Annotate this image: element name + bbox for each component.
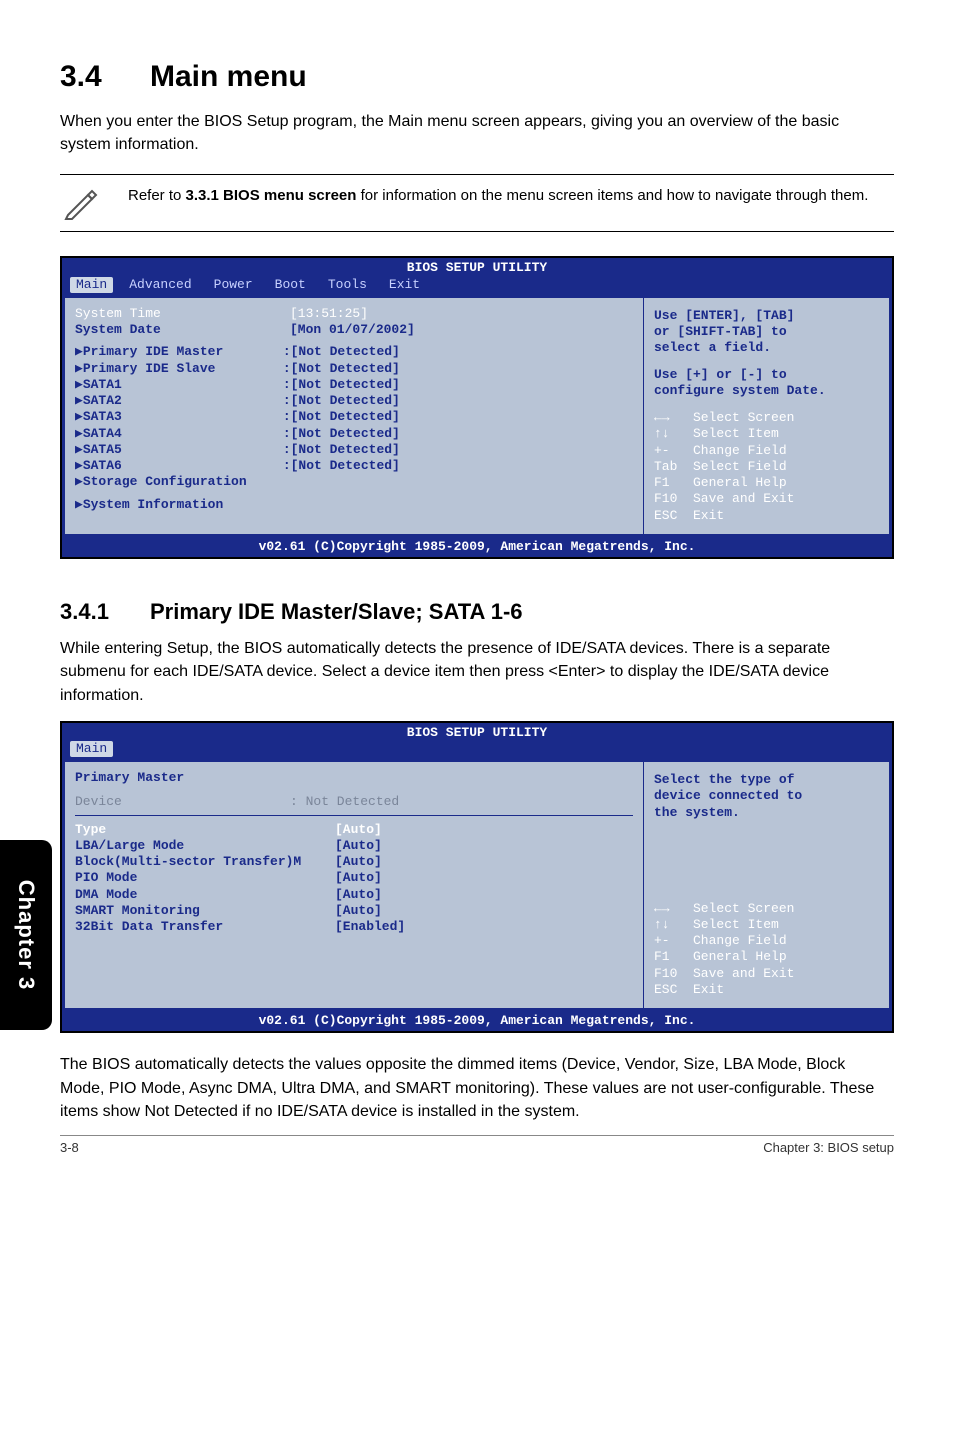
note-box: Refer to 3.3.1 BIOS menu screen for info…: [60, 174, 894, 232]
triangle-icon: ▶: [75, 377, 83, 393]
bios-item-value: :[Not Detected]: [283, 393, 400, 409]
triangle-icon: ▶: [75, 497, 83, 513]
bios2-left-pane: Primary Master Device: Not Detected Type…: [65, 762, 643, 1008]
bios-item-label[interactable]: Primary IDE Slave: [83, 361, 283, 377]
bios2-nav: ←→ Select Screen ↑↓ Select Item +- Chang…: [654, 901, 879, 999]
bios2-item-label[interactable]: Type: [75, 822, 335, 838]
bios-item-value: :[Not Detected]: [283, 442, 400, 458]
tab-exit[interactable]: Exit: [383, 277, 436, 293]
bios2-menubar: Main: [62, 741, 892, 759]
bios2-item-label[interactable]: LBA/Large Mode: [75, 838, 335, 854]
chapter-side-label: Chapter 3: [13, 880, 39, 990]
help-text-2: Use [+] or [-] to configure system Date.: [654, 367, 879, 400]
bios2-item-value[interactable]: [Auto]: [335, 870, 382, 886]
note-pre: Refer to: [128, 187, 186, 204]
section-title: Main menu: [150, 60, 307, 93]
chapter-side-tab: Chapter 3: [0, 840, 52, 1030]
bios-item-value: :[Not Detected]: [283, 377, 400, 393]
system-time-label[interactable]: System Time: [75, 306, 290, 322]
bios-item-value: :[Not Detected]: [283, 458, 400, 474]
bios-item-label[interactable]: SATA4: [83, 426, 283, 442]
pencil-icon: [64, 185, 100, 221]
page-footer: 3-8 Chapter 3: BIOS setup: [60, 1135, 894, 1155]
bios2-help: Select the type of device connected to t…: [654, 772, 879, 821]
bios-item-label[interactable]: SATA2: [83, 393, 283, 409]
intro-paragraph: When you enter the BIOS Setup program, t…: [60, 110, 894, 156]
device-label: Device: [75, 794, 290, 810]
nav-help: ←→ Select Screen ↑↓ Select Item +- Chang…: [654, 410, 879, 524]
triangle-icon: ▶: [75, 474, 83, 490]
bios2-item-value[interactable]: [Enabled]: [335, 919, 405, 935]
bios-menubar: Main Advanced Power Boot Tools Exit: [62, 277, 892, 295]
tab-main[interactable]: Main: [70, 277, 113, 293]
section-heading: 3.4Main menu: [60, 60, 894, 94]
subsection-number: 3.4.1: [60, 599, 150, 625]
note-text: Refer to 3.3.1 BIOS menu screen for info…: [128, 185, 868, 206]
bios2-item-label[interactable]: PIO Mode: [75, 870, 335, 886]
bios2-item-value[interactable]: [Auto]: [335, 854, 382, 870]
system-info-item[interactable]: System Information: [83, 497, 223, 513]
bios-title: BIOS SETUP UTILITY: [62, 258, 892, 276]
page-chapter-label: Chapter 3: BIOS setup: [763, 1140, 894, 1155]
triangle-icon: ▶: [75, 344, 83, 360]
triangle-icon: ▶: [75, 458, 83, 474]
note-bold: 3.3.1 BIOS menu screen: [186, 187, 357, 204]
bios-main-panel: BIOS SETUP UTILITY Main Advanced Power B…: [60, 256, 894, 559]
bios2-item-value[interactable]: [Auto]: [335, 838, 382, 854]
bios-item-value: :[Not Detected]: [283, 344, 400, 360]
bios2-item-value[interactable]: [Auto]: [335, 822, 382, 838]
bios-item-label[interactable]: SATA1: [83, 377, 283, 393]
bios-left-pane: System Time[13:51:25] System Date[Mon 01…: [65, 298, 643, 534]
tab-tools[interactable]: Tools: [322, 277, 383, 293]
bios-item-value: :[Not Detected]: [283, 426, 400, 442]
tab-power[interactable]: Power: [208, 277, 269, 293]
device-value: : Not Detected: [290, 794, 399, 810]
bios-item-value: :[Not Detected]: [283, 361, 400, 377]
tab-advanced[interactable]: Advanced: [123, 277, 207, 293]
subsection-text: While entering Setup, the BIOS automatic…: [60, 637, 894, 707]
triangle-icon: ▶: [75, 426, 83, 442]
subsection-heading: 3.4.1Primary IDE Master/Slave; SATA 1-6: [60, 599, 894, 625]
bios2-help-pane: Select the type of device connected to t…: [643, 762, 889, 1008]
bios-footer: v02.61 (C)Copyright 1985-2009, American …: [62, 537, 892, 557]
bios-item-label[interactable]: Primary IDE Master: [83, 344, 283, 360]
triangle-icon: ▶: [75, 409, 83, 425]
closing-paragraph: The BIOS automatically detects the value…: [60, 1053, 894, 1123]
system-date-value[interactable]: [Mon 01/07/2002]: [290, 322, 415, 338]
bios2-tab-main[interactable]: Main: [70, 741, 113, 757]
system-time-value[interactable]: [13:51:25]: [290, 306, 368, 322]
note-post: for information on the menu screen items…: [356, 187, 868, 204]
bios-item-value: :[Not Detected]: [283, 409, 400, 425]
storage-config-item[interactable]: Storage Configuration: [83, 474, 247, 490]
triangle-icon: ▶: [75, 361, 83, 377]
bios2-item-label[interactable]: Block(Multi-sector Transfer)M: [75, 854, 335, 870]
bios-item-label[interactable]: SATA3: [83, 409, 283, 425]
bios-item-label[interactable]: SATA5: [83, 442, 283, 458]
bios2-title: BIOS SETUP UTILITY: [62, 723, 892, 741]
section-number: 3.4: [60, 60, 150, 94]
bios2-item-label[interactable]: DMA Mode: [75, 887, 335, 903]
triangle-icon: ▶: [75, 393, 83, 409]
bios2-item-value[interactable]: [Auto]: [335, 887, 382, 903]
tab-boot[interactable]: Boot: [269, 277, 322, 293]
help-text-1: Use [ENTER], [TAB] or [SHIFT-TAB] to sel…: [654, 308, 879, 357]
bios-item-label[interactable]: SATA6: [83, 458, 283, 474]
bios-primary-master-panel: BIOS SETUP UTILITY Main Primary Master D…: [60, 721, 894, 1034]
subsection-title: Primary IDE Master/Slave; SATA 1-6: [150, 599, 523, 624]
page-number: 3-8: [60, 1140, 79, 1155]
bios2-item-value[interactable]: [Auto]: [335, 903, 382, 919]
bios2-footer: v02.61 (C)Copyright 1985-2009, American …: [62, 1011, 892, 1031]
primary-master-header: Primary Master: [75, 770, 633, 786]
bios2-item-label[interactable]: 32Bit Data Transfer: [75, 919, 335, 935]
system-date-label[interactable]: System Date: [75, 322, 290, 338]
bios-help-pane: Use [ENTER], [TAB] or [SHIFT-TAB] to sel…: [643, 298, 889, 534]
bios2-item-label[interactable]: SMART Monitoring: [75, 903, 335, 919]
triangle-icon: ▶: [75, 442, 83, 458]
